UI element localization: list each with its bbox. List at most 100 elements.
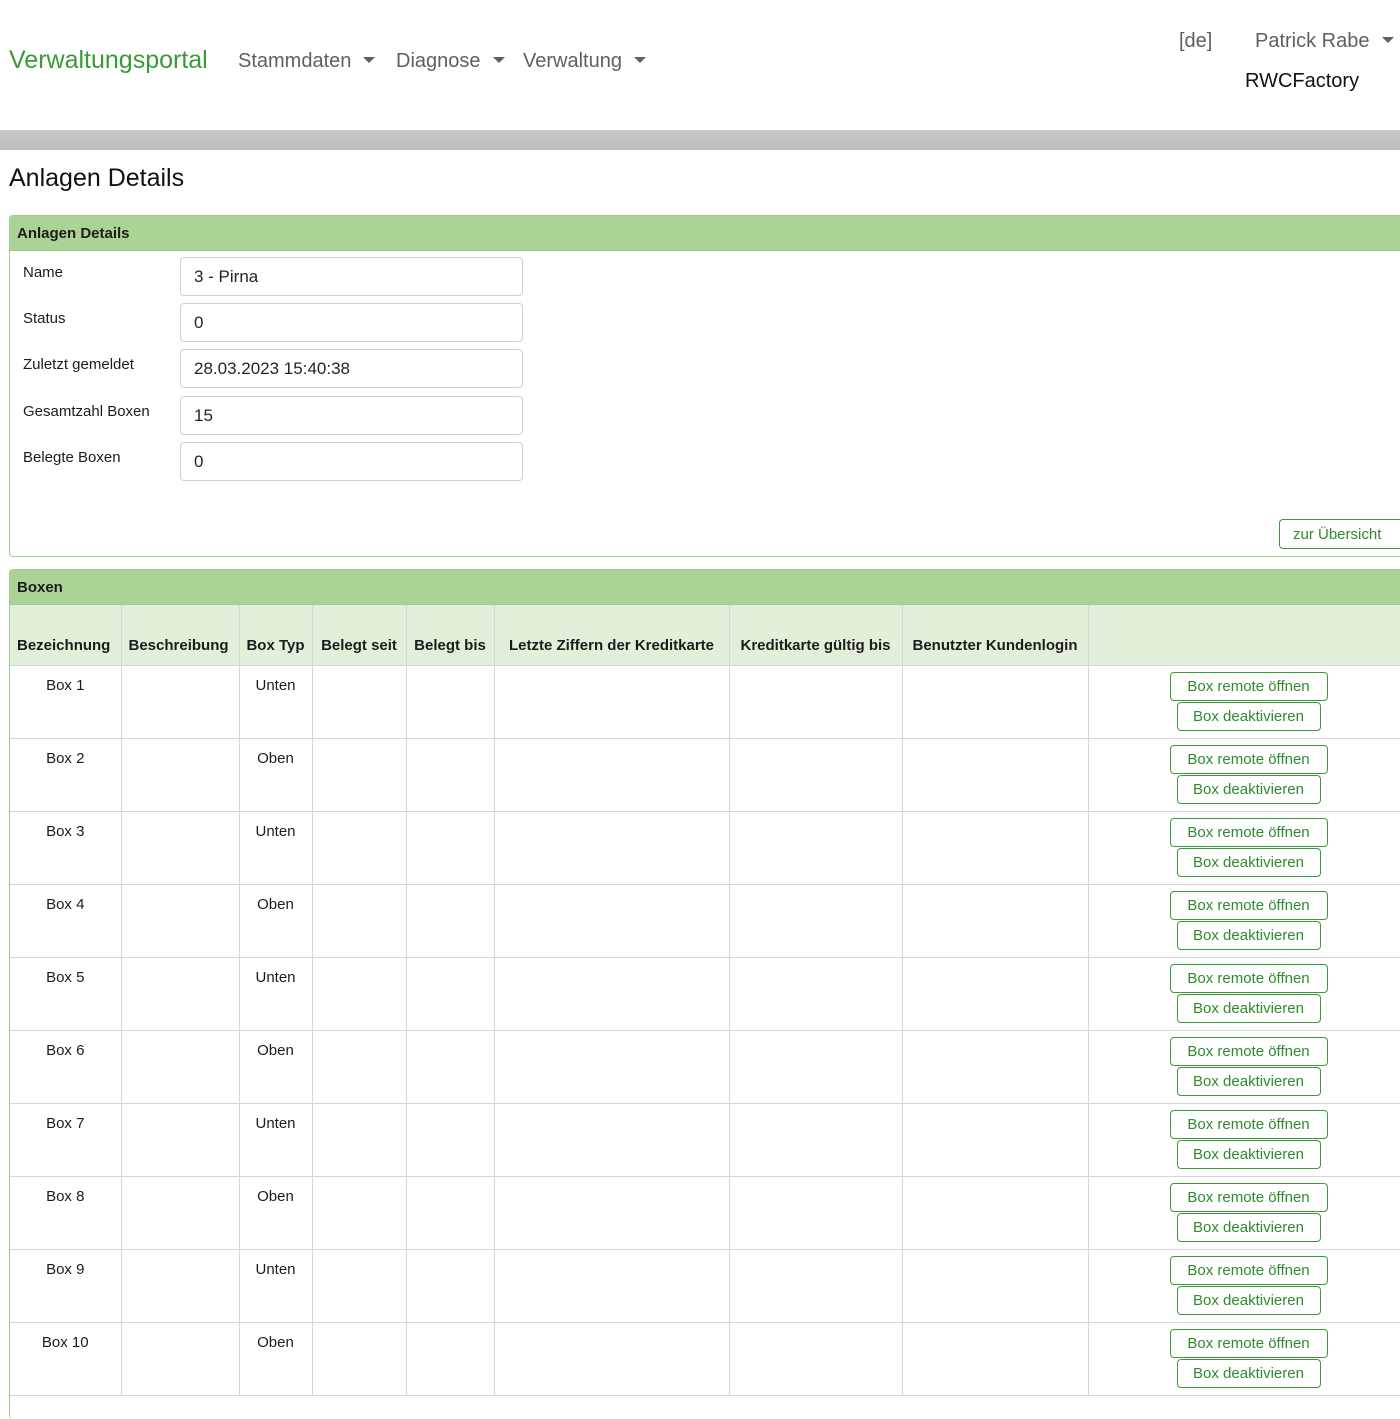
card-valid-cell: [729, 884, 903, 958]
occupied-until-cell: [406, 1103, 495, 1177]
box-description-cell: [121, 1103, 240, 1177]
caret-down-icon: [363, 57, 376, 63]
box-name-cell: Box 1: [10, 665, 122, 739]
form-row-total-boxes: Gesamtzahl Boxen 15: [10, 396, 570, 443]
box-remote-open-button[interactable]: Box remote öffnen: [1169, 744, 1328, 774]
customer-login-cell: [902, 665, 1089, 739]
status-field[interactable]: 0: [180, 303, 523, 342]
box-name-cell: Box 9: [10, 1249, 122, 1323]
details-card-header: Anlagen Details: [10, 216, 1400, 251]
occupied-boxes-label: Belegte Boxen: [23, 449, 121, 466]
box-actions-cell: Box remote öffnen Box deaktivieren: [1088, 957, 1400, 1031]
box-actions-cell: Box remote öffnen Box deaktivieren: [1088, 884, 1400, 958]
box-name-cell: Box 8: [10, 1176, 122, 1250]
box-remote-open-button[interactable]: Box remote öffnen: [1169, 963, 1328, 993]
box-deactivate-button[interactable]: Box deaktivieren: [1176, 1066, 1321, 1096]
nav-menu-stammdaten[interactable]: Stammdaten: [238, 50, 376, 73]
nav-menu-label: Diagnose: [396, 50, 481, 72]
column-header-box-typ: Box Typ: [239, 605, 313, 666]
card-digits-cell: [494, 957, 730, 1031]
column-header-belegt-seit: Belegt seit: [312, 605, 407, 666]
box-description-cell: [121, 957, 240, 1031]
form-row-status: Status 0: [10, 303, 570, 350]
boxes-card: Boxen Bezeichnung Beschreibung Box Typ B…: [9, 569, 1400, 1419]
brand-link[interactable]: Verwaltungsportal: [9, 46, 208, 75]
table-row: Box 9 Unten Box remote öffnen Box deaktivie…: [10, 1249, 1400, 1323]
table-row: Box 7 Unten Box remote öffnen Box deaktivie…: [10, 1103, 1400, 1177]
column-header-kundenlogin: Benutzter Kundenlogin: [902, 605, 1089, 666]
box-deactivate-button[interactable]: Box deaktivieren: [1176, 920, 1321, 950]
box-deactivate-button[interactable]: Box deaktivieren: [1176, 1212, 1321, 1242]
total-boxes-label: Gesamtzahl Boxen: [23, 403, 150, 420]
box-description-cell: [121, 1249, 240, 1323]
box-deactivate-button[interactable]: Box deaktivieren: [1176, 1285, 1321, 1315]
details-card: Anlagen Details Name 3 - Pirna Status 0 …: [9, 215, 1400, 557]
card-digits-cell: [494, 1249, 730, 1323]
box-name-cell: Box 4: [10, 884, 122, 958]
box-name-cell: Box 3: [10, 811, 122, 885]
occupied-since-cell: [312, 1322, 407, 1396]
box-type-cell: Oben: [239, 1030, 313, 1104]
customer-login-cell: [902, 884, 1089, 958]
box-remote-open-button[interactable]: Box remote öffnen: [1169, 1328, 1328, 1358]
column-header-bezeichnung: Bezeichnung: [10, 605, 122, 666]
box-description-cell: [121, 884, 240, 958]
table-row: Box 5 Unten Box remote öffnen Box deaktivie…: [10, 957, 1400, 1031]
box-type-cell: Unten: [239, 1103, 313, 1177]
box-deactivate-button[interactable]: Box deaktivieren: [1176, 847, 1321, 877]
form-row-occupied-boxes: Belegte Boxen 0: [10, 442, 570, 489]
card-digits-cell: [494, 1103, 730, 1177]
nav-menu-label: Stammdaten: [238, 50, 352, 72]
occupied-since-cell: [312, 665, 407, 739]
occupied-since-cell: [312, 738, 407, 812]
customer-login-cell: [902, 1249, 1089, 1323]
box-remote-open-button[interactable]: Box remote öffnen: [1169, 1036, 1328, 1066]
nav-menu-verwaltung[interactable]: Verwaltung: [523, 50, 646, 73]
occupied-since-cell: [312, 1103, 407, 1177]
company-name: RWCFactory: [1245, 70, 1360, 92]
box-remote-open-button[interactable]: Box remote öffnen: [1169, 890, 1328, 920]
user-menu[interactable]: Patrick Rabe: [1255, 30, 1394, 53]
main-content: Anlagen Details Anlagen Details Name 3 -…: [0, 150, 1400, 1419]
box-actions-cell: Box remote öffnen Box deaktivieren: [1088, 1322, 1400, 1396]
nav-menu-diagnose[interactable]: Diagnose: [396, 50, 505, 73]
box-type-cell: Unten: [239, 811, 313, 885]
occupied-boxes-field[interactable]: 0: [180, 442, 523, 481]
box-remote-open-button[interactable]: Box remote öffnen: [1169, 1109, 1328, 1139]
name-field[interactable]: 3 - Pirna: [180, 257, 523, 296]
box-remote-open-button[interactable]: Box remote öffnen: [1169, 1255, 1328, 1285]
total-boxes-field[interactable]: 15: [180, 396, 523, 435]
box-remote-open-button[interactable]: Box remote öffnen: [1169, 671, 1328, 701]
box-deactivate-button[interactable]: Box deaktivieren: [1176, 774, 1321, 804]
last-reported-field[interactable]: 28.03.2023 15:40:38: [180, 349, 523, 388]
box-remote-open-button[interactable]: Box remote öffnen: [1169, 817, 1328, 847]
box-actions-cell: Box remote öffnen Box deaktivieren: [1088, 1176, 1400, 1250]
card-valid-cell: [729, 1103, 903, 1177]
box-deactivate-button[interactable]: Box deaktivieren: [1176, 1139, 1321, 1169]
user-name: Patrick Rabe: [1255, 30, 1370, 52]
box-deactivate-button[interactable]: Box deaktivieren: [1176, 993, 1321, 1023]
box-actions-cell: Box remote öffnen Box deaktivieren: [1088, 1030, 1400, 1104]
box-type-cell: Oben: [239, 1176, 313, 1250]
box-name-cell: Box 2: [10, 738, 122, 812]
customer-login-cell: [902, 1103, 1089, 1177]
box-deactivate-button[interactable]: Box deaktivieren: [1176, 701, 1321, 731]
box-description-cell: [121, 738, 240, 812]
card-digits-cell: [494, 738, 730, 812]
box-remote-open-button[interactable]: Box remote öffnen: [1169, 1182, 1328, 1212]
overview-button[interactable]: zur Übersicht: [1279, 519, 1400, 549]
card-valid-cell: [729, 1176, 903, 1250]
occupied-until-cell: [406, 884, 495, 958]
box-deactivate-button[interactable]: Box deaktivieren: [1176, 1358, 1321, 1388]
box-description-cell: [121, 811, 240, 885]
language-selector[interactable]: [de]: [1179, 30, 1212, 53]
box-actions-cell: Box remote öffnen Box deaktivieren: [1088, 1249, 1400, 1323]
occupied-until-cell: [406, 1249, 495, 1323]
occupied-until-cell: [406, 957, 495, 1031]
card-valid-cell: [729, 1249, 903, 1323]
column-header-actions: [1088, 605, 1400, 666]
occupied-since-cell: [312, 1249, 407, 1323]
box-type-cell: Oben: [239, 884, 313, 958]
top-navbar: Verwaltungsportal Stammdaten Diagnose Ve…: [0, 0, 1400, 130]
customer-login-cell: [902, 957, 1089, 1031]
